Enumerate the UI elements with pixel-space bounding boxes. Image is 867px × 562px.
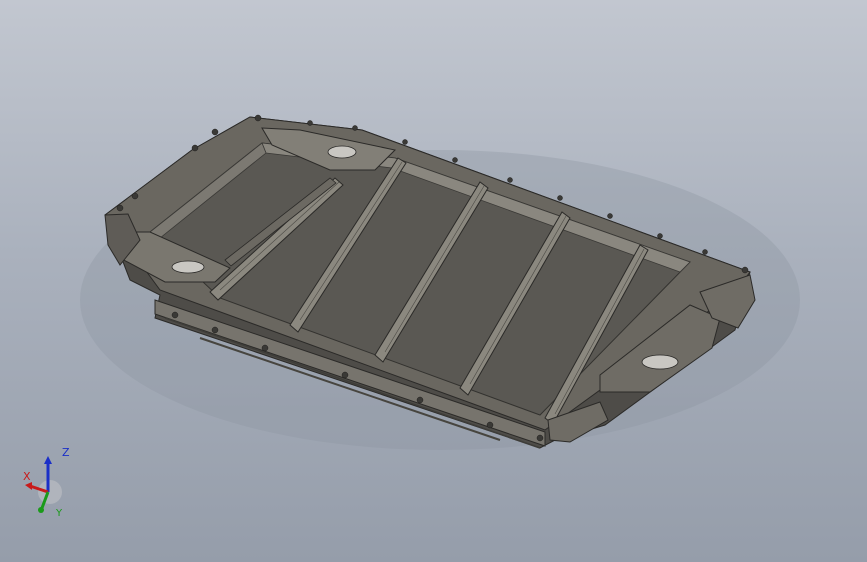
triad-graphic	[25, 456, 62, 513]
z-axis-label: Z	[62, 446, 70, 459]
battery-tray-model[interactable]	[0, 0, 867, 562]
left-plate-cutout	[171, 260, 205, 274]
graphics-viewport[interactable]: Z X Y	[0, 0, 867, 562]
left-top-cutout	[327, 145, 357, 159]
y-axis-label: Y	[56, 508, 63, 519]
x-axis-label: X	[23, 470, 31, 483]
view-orientation-triad[interactable]: Z X Y	[14, 446, 84, 522]
right-plate-cutout	[641, 354, 679, 370]
